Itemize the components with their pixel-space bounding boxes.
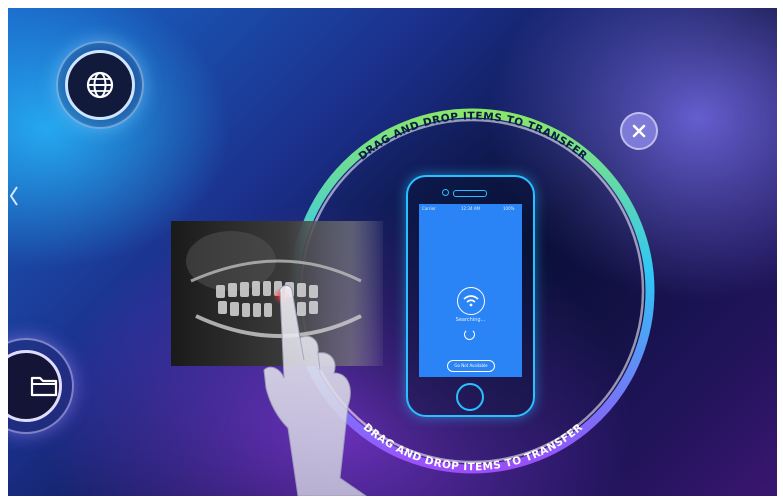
phone-camera [442,189,449,196]
dental-xray-image [171,221,383,366]
close-button[interactable] [620,112,658,150]
carrier-text: Carrier [422,206,436,211]
globe-icon [86,71,114,99]
chevron-left-icon[interactable] [8,184,20,208]
battery-text: 100% [503,206,515,211]
globe-button[interactable] [56,41,144,129]
xray-image-item[interactable] [171,221,383,366]
phone-home-button [456,383,484,411]
phone-device[interactable]: Carrier 12:34 AM 100% Searching... Go No… [406,175,535,417]
wifi-icon [457,287,485,315]
phone-screen: Carrier 12:34 AM 100% Searching... Go No… [419,204,522,377]
phone-action-button[interactable]: Go Not Available [447,360,495,372]
loading-spinner-icon [464,329,475,340]
close-icon [632,124,646,138]
folder-icon [30,376,58,397]
phone-status-bar: Carrier 12:34 AM 100% [419,206,522,214]
wifi-status-label: Searching... [455,317,486,323]
time-text: 12:34 AM [461,206,480,211]
phone-speaker [453,190,487,197]
transfer-screen: DRAG AND DROP ITEMS TO TRANSFER DRAG AND… [8,8,777,496]
tooth-highlight [273,287,293,305]
